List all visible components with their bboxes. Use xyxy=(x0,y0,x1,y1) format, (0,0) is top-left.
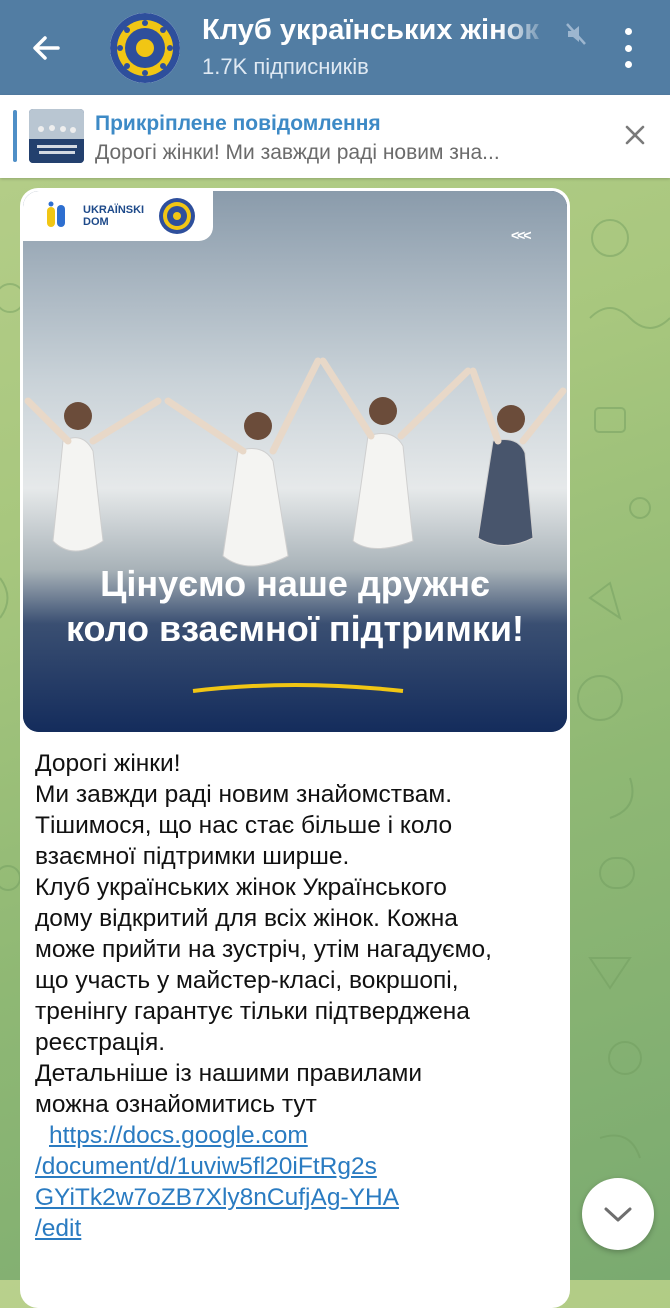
link-line[interactable]: https://docs.google.com xyxy=(35,1120,565,1151)
image-logo-strip: UKRAÏNSKI DOM xyxy=(23,191,213,241)
message-line: Детальніше із нашими правилами xyxy=(35,1060,423,1087)
message-line: тренінгу гарантує тільки підтверджена xyxy=(35,998,470,1025)
more-vert-icon xyxy=(624,28,632,35)
message-line: що участь у майстер-класі, вокршопі, xyxy=(35,967,459,994)
pinned-thumbnail xyxy=(29,109,84,163)
pinned-preview: Дорогі жінки! Ми завжди раді новим зна..… xyxy=(95,141,500,164)
rules-link[interactable]: https://docs.google.com /document/d/1uvi… xyxy=(35,1120,565,1244)
club-logo xyxy=(159,198,195,234)
chevron-down-icon xyxy=(604,1207,632,1222)
pinned-message-bar[interactable]: Прикріплене повідомлення Дорогі жінки! М… xyxy=(0,95,670,178)
message-line: дому відкритий для всіх жінок. Кожна xyxy=(35,905,458,932)
image-headline: Цінуємо наше дружнє коло взаємної підтри… xyxy=(65,563,525,649)
message-line: взаємної підтримки ширше. xyxy=(35,843,350,870)
post-image[interactable]: UKRAÏNSKI DOM <<< Цінуємо наше дружнє ко… xyxy=(23,191,567,732)
chat-header: Клуб українських жінок 1.7K підписників xyxy=(0,0,670,95)
message-line: Дорогі жінки! xyxy=(35,750,181,777)
message-line: Клуб українських жінок Українського xyxy=(35,874,447,901)
channel-title[interactable]: Клуб українських жінок xyxy=(202,14,552,47)
pinned-indicator xyxy=(13,110,17,162)
link-line[interactable]: GYiTk2w7oZB7Xly8nCufjAg-YHA xyxy=(35,1182,565,1213)
message-line: реєстрація. xyxy=(35,1029,166,1056)
message-text: Дорогі жінки! Ми завжди раді новим знайо… xyxy=(35,748,565,1244)
muted-icon xyxy=(566,23,586,45)
subscriber-count: 1.7K підписників xyxy=(202,54,369,79)
pinned-title: Прикріплене повідомлення xyxy=(95,112,381,135)
channel-avatar[interactable] xyxy=(110,13,180,83)
message-line: може прийти на зустріч, утім нагадуємо, xyxy=(35,936,492,963)
message-bubble[interactable]: UKRAÏNSKI DOM <<< Цінуємо наше дружнє ко… xyxy=(20,188,570,1308)
more-menu-button[interactable] xyxy=(612,28,644,68)
scroll-down-button[interactable] xyxy=(582,1178,654,1250)
message-line: Ми завжди раді новим знайомствам. xyxy=(35,781,453,808)
message-line: можна ознайомитись тут xyxy=(35,1091,317,1118)
link-line[interactable]: /edit xyxy=(35,1213,565,1244)
image-logo-text: UKRAÏNSKI DOM xyxy=(83,204,145,228)
image-nav-marker: <<< xyxy=(511,227,531,243)
back-arrow-icon xyxy=(33,36,60,60)
close-icon[interactable] xyxy=(620,120,650,150)
back-button[interactable] xyxy=(22,24,70,72)
message-line: Тішимося, що нас стає більше і коло xyxy=(35,812,453,839)
link-line[interactable]: /document/d/1uviw5fl20iFtRg2s xyxy=(35,1151,565,1182)
